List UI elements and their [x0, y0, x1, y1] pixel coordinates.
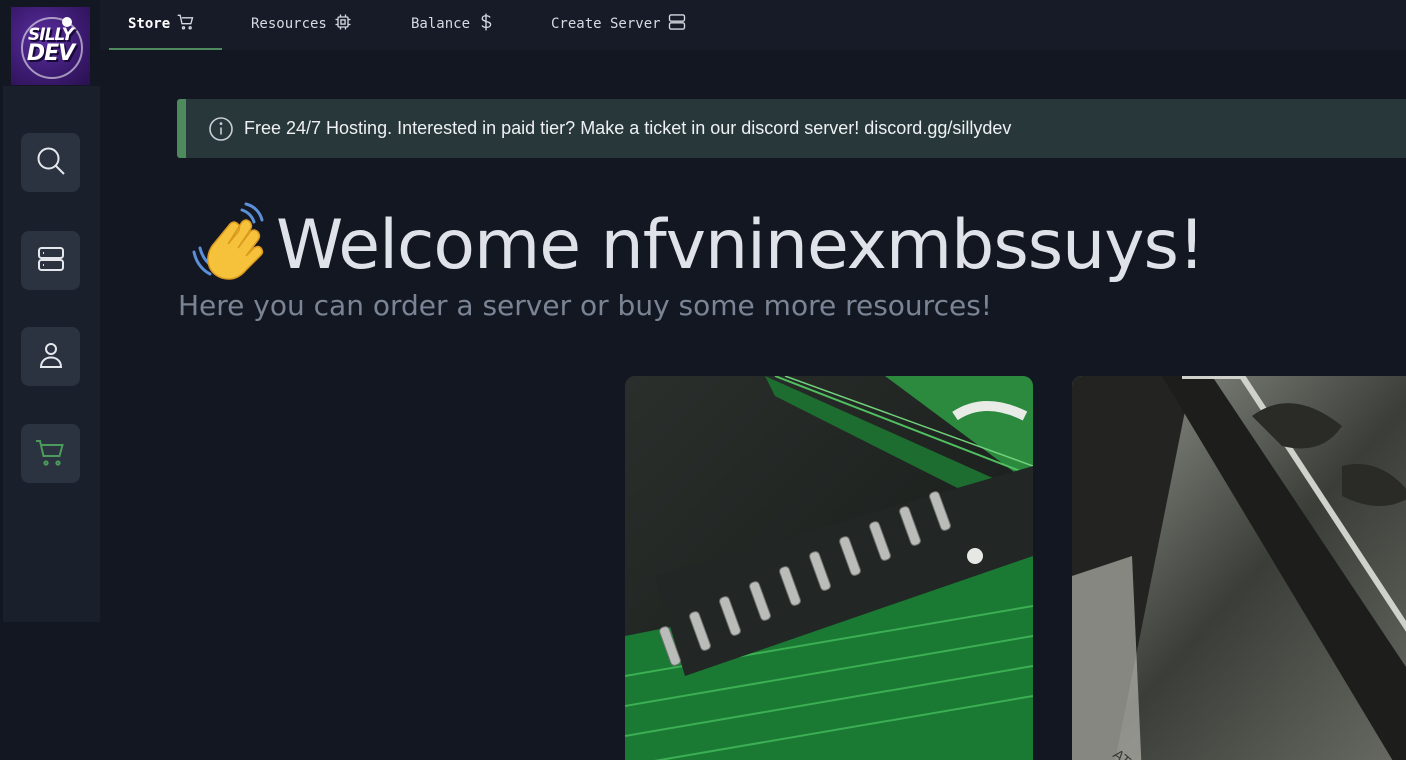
welcome-title: Welcome nfvninexmbssuys! — [276, 205, 1205, 285]
search-icon — [33, 143, 69, 183]
waving-hand-icon — [190, 202, 276, 288]
sidebar-search-button[interactable] — [21, 133, 80, 192]
nav-tab-store[interactable]: Store — [128, 0, 196, 48]
nav-tab-resources[interactable]: Resources — [251, 0, 353, 48]
server-icon — [33, 241, 69, 281]
resources-card[interactable] — [625, 376, 1033, 760]
nav-tab-balance[interactable]: Balance — [411, 0, 496, 48]
nav-tab-create-server-label: Create Server — [551, 16, 661, 32]
circuit-board-image — [625, 376, 1033, 760]
cpu-icon — [333, 12, 353, 36]
sidebar-account-button[interactable] — [21, 327, 80, 386]
welcome-subtitle: Here you can order a server or buy some … — [178, 289, 993, 322]
banknote-image: ATE — [1072, 376, 1406, 760]
logo[interactable]: SILLY DEV — [11, 7, 90, 85]
logo-line2: DEV — [26, 40, 75, 66]
user-icon — [33, 337, 69, 377]
logo-text: SILLY DEV — [26, 27, 75, 66]
sidebar-servers-button[interactable] — [21, 231, 80, 290]
balance-card[interactable]: ATE — [1072, 376, 1406, 760]
nav-tab-resources-label: Resources — [251, 16, 327, 32]
nav-tab-balance-label: Balance — [411, 16, 471, 32]
info-icon — [208, 116, 234, 142]
banner-text: Free 24/7 Hosting. Interested in paid ti… — [244, 118, 1012, 138]
logo-planet-dot — [62, 17, 72, 27]
sidebar-store-button[interactable] — [21, 424, 80, 483]
welcome-heading: Welcome nfvninexmbssuys! — [190, 200, 1205, 290]
cart-icon — [176, 12, 196, 36]
sidebar — [3, 86, 100, 622]
cart-icon — [33, 434, 69, 474]
app-root: SILLY DEV Store Resources Balance Create… — [0, 0, 1406, 760]
nav-active-underline — [109, 48, 222, 50]
nav-tab-create-server[interactable]: Create Server — [551, 0, 687, 48]
server-icon — [667, 12, 687, 36]
info-banner: Free 24/7 Hosting. Interested in paid ti… — [177, 99, 1406, 158]
dollar-icon — [476, 12, 496, 36]
nav-tab-store-label: Store — [128, 16, 171, 32]
